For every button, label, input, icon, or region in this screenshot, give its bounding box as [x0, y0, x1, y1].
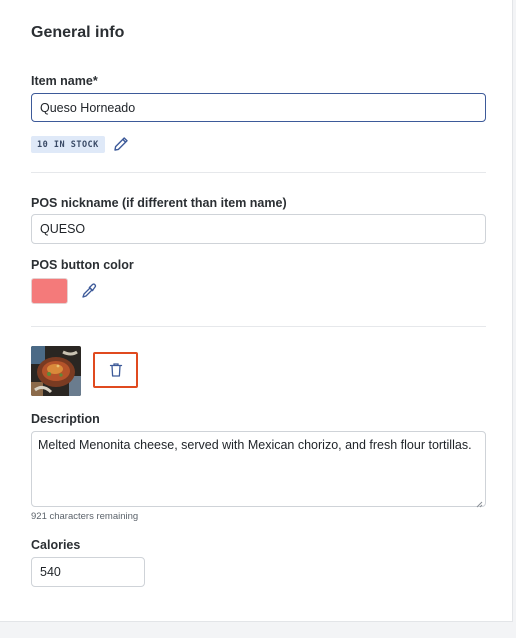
- trash-icon: [109, 362, 123, 378]
- delete-image-button[interactable]: [93, 352, 138, 388]
- calories-input[interactable]: 540: [31, 557, 145, 587]
- characters-remaining: 921 characters remaining: [31, 511, 139, 522]
- description-label: Description: [31, 412, 100, 426]
- divider: [31, 172, 486, 173]
- item-image[interactable]: [31, 346, 81, 396]
- pos-nickname-input[interactable]: QUESO: [31, 214, 486, 244]
- description-textarea[interactable]: Melted Menonita cheese, served with Mexi…: [31, 431, 486, 508]
- resize-handle-icon[interactable]: [475, 496, 483, 508]
- pencil-icon[interactable]: [112, 135, 130, 153]
- item-name-input[interactable]: Queso Horneado: [31, 93, 486, 122]
- general-info-panel: General info Item name* Queso Horneado 1…: [0, 0, 513, 622]
- eyedropper-icon[interactable]: [80, 282, 98, 300]
- divider: [31, 326, 486, 327]
- pos-nickname-label: POS nickname (if different than item nam…: [31, 196, 287, 210]
- description-text: Melted Menonita cheese, served with Mexi…: [38, 438, 472, 452]
- pos-color-swatch[interactable]: [31, 278, 68, 304]
- item-name-label: Item name*: [31, 74, 98, 88]
- section-title: General info: [31, 24, 125, 41]
- pos-color-label: POS button color: [31, 258, 134, 272]
- calories-label: Calories: [31, 538, 81, 552]
- stock-badge: 10 IN STOCK: [31, 136, 105, 153]
